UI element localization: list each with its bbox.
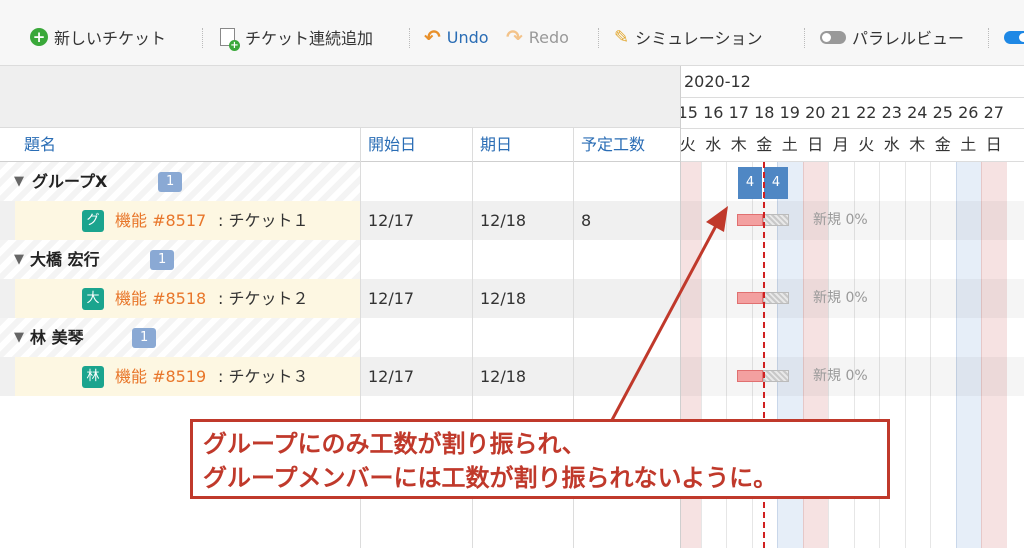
undo-button[interactable]: ↶ Undo [424,25,489,49]
day-of-week: 土 [960,135,977,154]
task-progress-bar[interactable] [737,370,763,382]
day-of-week: 金 [756,135,773,154]
toggle-off-icon [820,30,846,44]
task-status-label: 新規 0% [813,212,868,228]
day-number: 26 [958,103,979,122]
day-number: 23 [881,103,902,122]
day-of-week: 月 [832,135,849,154]
task-progress-bar[interactable] [737,214,763,226]
start-date-cell: 12/17 [368,289,415,308]
count-badge: 1 [158,172,183,192]
ticket-title: : チケット２ [218,289,309,308]
collapse-triangle-icon[interactable]: ▼ [14,240,24,279]
day-number: 24 [907,103,928,122]
day-of-week: 日 [985,135,1002,154]
due-date-cell: 12/18 [480,367,527,386]
day-of-week: 日 [807,135,824,154]
group-name: 林 美琴 [30,328,84,347]
redo-arrow-icon: ↷ [506,25,523,49]
column-header-subject[interactable]: 題名 [24,128,56,161]
ticket-link[interactable]: 機能 #8517 [115,201,206,240]
column-header-estimated-hours[interactable]: 予定工数 [581,128,645,161]
avatar: 大 [82,288,104,310]
task-status-label: 新規 0% [813,368,868,384]
table-row[interactable]: 大 機能 #8518 : チケット２ 12/17 12/18 [0,279,680,318]
start-date-cell: 12/17 [368,211,415,230]
ticket-title: : チケット１ [218,211,309,230]
group-row[interactable]: ▼ 大橋 宏行 1 [0,240,680,279]
parallel-view-toggle[interactable]: パラレルビュー [820,25,964,49]
toggle-on-icon [1004,30,1024,44]
annotation-callout: グループにのみ工数が割り振られ、 グループメンバーには工数が割り振られないように… [190,419,890,499]
start-date-cell: 12/17 [368,367,415,386]
avatar: グ [82,210,104,232]
gantt-month-label: 2020-12 [684,72,751,91]
annotation-line-1: グループにのみ工数が割り振られ、 [203,430,586,458]
redo-button[interactable]: ↷ Redo [506,25,569,49]
task-status-label: 新規 0% [813,290,868,306]
due-date-cell: 12/18 [480,289,527,308]
day-number: 17 [728,103,749,122]
annotation-line-2: グループメンバーには工数が割り振られないように。 [203,464,778,492]
day-number: 22 [856,103,877,122]
column-header-due-date[interactable]: 期日 [480,128,512,161]
group-hours-bar[interactable]: 4 [738,167,762,199]
new-ticket-button[interactable]: + 新しいチケット [30,25,166,49]
day-of-week: 木 [730,135,747,154]
day-number: 27 [983,103,1004,122]
count-badge: 1 [150,250,175,270]
table-row[interactable]: 林 機能 #8519 : チケット３ 12/17 12/18 [0,357,680,396]
collapse-triangle-icon[interactable]: ▼ [14,318,24,357]
day-number: 19 [779,103,800,122]
day-number: 18 [754,103,775,122]
task-remaining-bar[interactable] [763,370,789,382]
day-number: 25 [932,103,953,122]
ticket-link[interactable]: 機能 #8518 [115,279,206,318]
group-name: 大橋 宏行 [30,250,100,269]
ticket-link[interactable]: 機能 #8519 [115,357,206,396]
group-hours-bar[interactable]: 4 [764,167,788,199]
plus-circle-icon: + [30,28,48,46]
group-row[interactable]: ▼ グループX 1 [0,162,680,201]
day-number: 20 [805,103,826,122]
estimated-hours-cell: 8 [581,211,592,230]
simulation-button[interactable]: ✎ シミュレーション [614,25,762,49]
table-header-blank [0,66,680,128]
collapse-triangle-icon[interactable]: ▼ [14,162,24,201]
table-row[interactable]: グ 機能 #8517 : チケット１ 12/17 12/18 8 [0,201,680,240]
group-row[interactable]: ▼ 林 美琴 1 [0,318,680,357]
avatar: 林 [82,366,104,388]
due-date-cell: 12/18 [480,211,527,230]
task-remaining-bar[interactable] [763,292,789,304]
day-number: 15 [681,103,698,122]
day-of-week: 金 [934,135,951,154]
count-badge: 1 [132,328,157,348]
day-of-week: 水 [705,135,722,154]
day-number: 16 [703,103,724,122]
ticket-title: : チケット３ [218,367,309,386]
day-of-week: 火 [680,135,696,154]
toolbar: + 新しいチケット チケット連続追加 ↶ Undo ↷ Redo ✎ シミュレー… [0,0,1024,66]
day-of-week: 土 [781,135,798,154]
document-add-icon [220,28,240,51]
day-number: 21 [830,103,851,122]
undo-arrow-icon: ↶ [424,25,441,49]
column-header-row: 題名 開始日 期日 予定工数 [0,128,680,162]
day-of-week: 木 [909,135,926,154]
extra-toggle[interactable] [1004,25,1024,49]
task-progress-bar[interactable] [737,292,763,304]
column-header-start-date[interactable]: 開始日 [368,128,416,161]
pencil-icon: ✎ [614,26,630,48]
task-remaining-bar[interactable] [763,214,789,226]
add-continuous-ticket-button[interactable]: チケット連続追加 [220,25,373,51]
day-of-week: 水 [883,135,900,154]
day-of-week: 火 [858,135,875,154]
group-name: グループX [32,172,108,191]
